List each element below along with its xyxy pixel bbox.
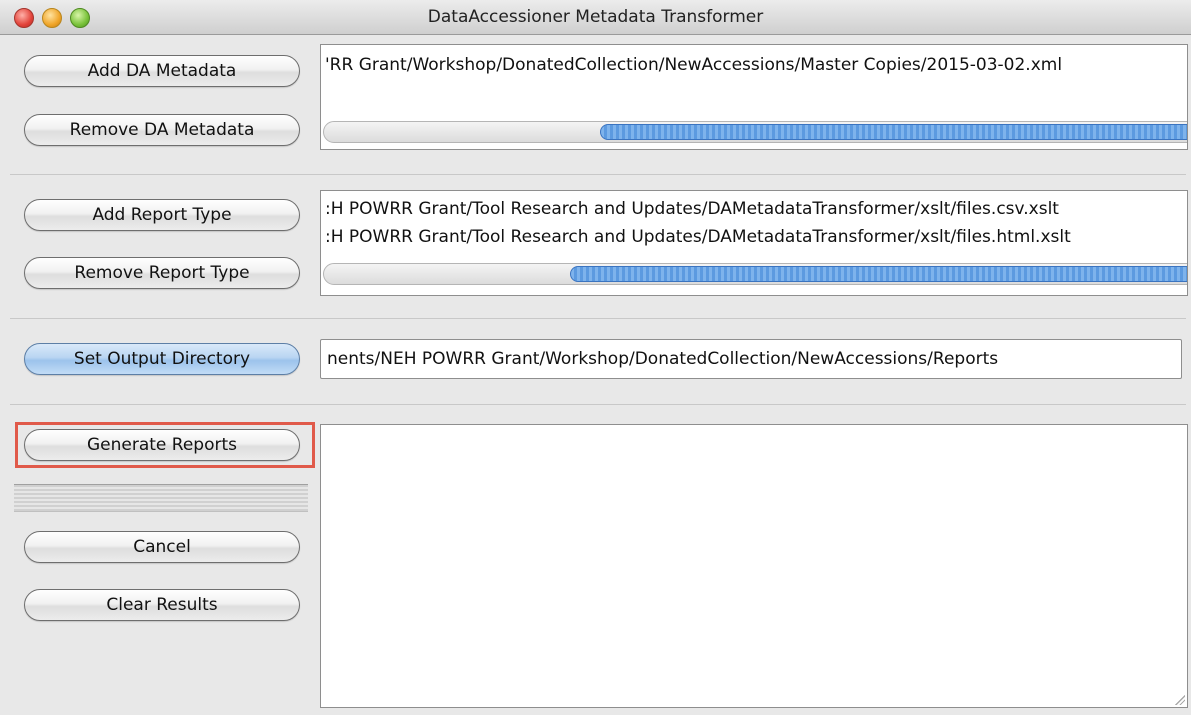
results-area[interactable] <box>320 424 1188 708</box>
metadata-scroll-thumb[interactable] <box>600 124 1187 140</box>
section-divider <box>10 174 1186 175</box>
metadata-file-item[interactable]: 'RR Grant/Workshop/DonatedCollection/New… <box>325 55 1062 75</box>
resize-grip-icon[interactable] <box>1175 695 1185 705</box>
section-divider <box>10 404 1186 405</box>
add-da-metadata-button[interactable]: Add DA Metadata <box>24 55 300 87</box>
report-type-item[interactable]: :H POWRR Grant/Tool Research and Updates… <box>325 199 1059 219</box>
window-title: DataAccessioner Metadata Transformer <box>427 7 764 27</box>
clear-results-button[interactable]: Clear Results <box>24 589 300 621</box>
report-scroll-thumb[interactable] <box>570 266 1187 282</box>
output-directory-value: nents/NEH POWRR Grant/Workshop/DonatedCo… <box>327 349 999 369</box>
remove-da-metadata-button[interactable]: Remove DA Metadata <box>24 114 300 146</box>
remove-report-type-button[interactable]: Remove Report Type <box>24 257 300 289</box>
generate-reports-button[interactable]: Generate Reports <box>24 429 300 461</box>
metadata-file-list[interactable]: 'RR Grant/Workshop/DonatedCollection/New… <box>320 44 1188 150</box>
set-output-directory-button[interactable]: Set Output Directory <box>24 343 300 375</box>
report-list-scrollbar[interactable]: ◂ ▸ <box>323 263 1187 285</box>
section-divider <box>10 318 1186 319</box>
report-type-list[interactable]: :H POWRR Grant/Tool Research and Updates… <box>320 190 1188 296</box>
report-type-item[interactable]: :H POWRR Grant/Tool Research and Updates… <box>325 227 1071 247</box>
output-directory-field[interactable]: nents/NEH POWRR Grant/Workshop/DonatedCo… <box>320 339 1182 379</box>
add-report-type-button[interactable]: Add Report Type <box>24 199 300 231</box>
progress-bar <box>14 484 308 512</box>
title-bar: DataAccessioner Metadata Transformer <box>0 0 1191 35</box>
app-window: DataAccessioner Metadata Transformer Add… <box>0 0 1191 715</box>
metadata-list-scrollbar[interactable]: ◂ ▸ <box>323 121 1187 143</box>
cancel-button[interactable]: Cancel <box>24 531 300 563</box>
